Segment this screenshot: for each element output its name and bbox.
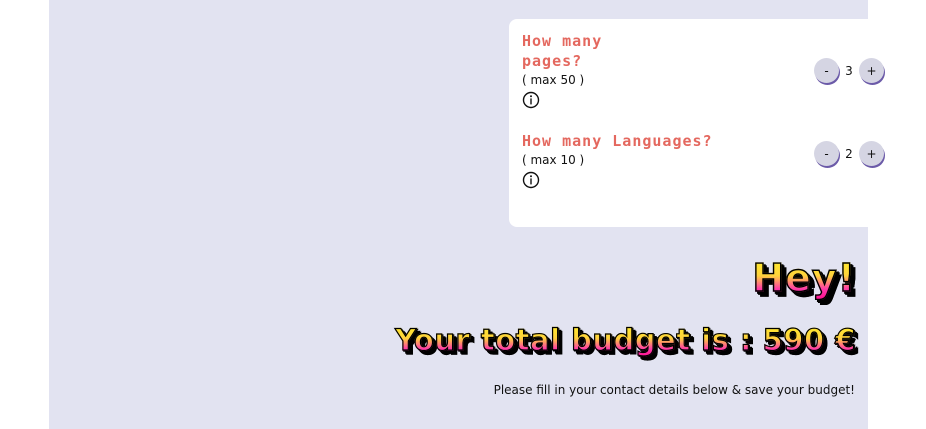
pages-decrement-button[interactable]: - <box>814 58 839 83</box>
hey-heading: Hey! <box>752 255 856 300</box>
pages-increment-button[interactable]: + <box>859 58 884 83</box>
languages-decrement-button[interactable]: - <box>814 141 839 166</box>
total-budget-heading: Your total budget is : 590 € <box>394 322 856 357</box>
languages-stepper: - 2 + <box>814 141 884 166</box>
pages-stepper: - 3 + <box>814 58 884 83</box>
pages-value: 3 <box>845 63 853 78</box>
info-icon[interactable] <box>522 171 540 189</box>
info-icon[interactable] <box>522 91 540 109</box>
contact-instructions: Please fill in your contact details belo… <box>493 383 855 397</box>
pages-question: How many pages? ( max 50 ) <box>522 31 762 109</box>
languages-increment-button[interactable]: + <box>859 141 884 166</box>
languages-question: How many Languages? ( max 10 ) <box>522 131 762 189</box>
pages-max-label: ( max 50 ) <box>522 73 585 87</box>
options-card: How many pages? ( max 50 ) - 3 + How man… <box>509 19 904 227</box>
pages-question-title: How many pages? <box>522 32 603 70</box>
languages-value: 2 <box>845 146 853 161</box>
main-panel: How many pages? ( max 50 ) - 3 + How man… <box>49 0 904 429</box>
languages-max-label: ( max 10 ) <box>522 153 585 167</box>
languages-question-title: How many Languages? <box>522 132 713 150</box>
